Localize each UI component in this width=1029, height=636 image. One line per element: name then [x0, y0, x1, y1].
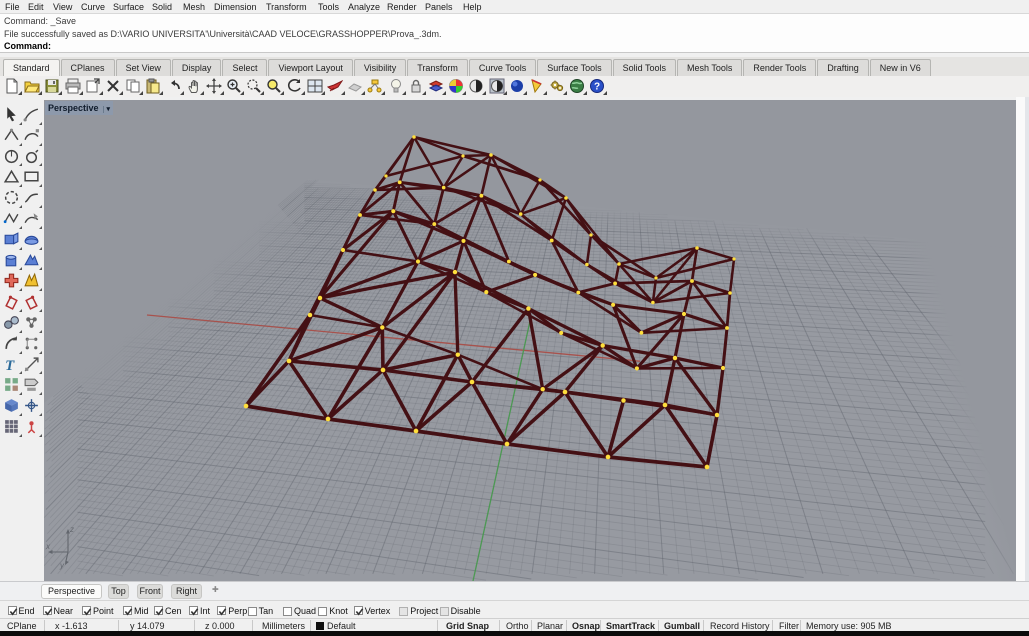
svg-text:z: z: [69, 525, 74, 534]
svg-text:y: y: [59, 561, 65, 570]
svg-text:?: ?: [594, 82, 600, 93]
svg-text:x: x: [45, 542, 51, 551]
svg-text:T: T: [5, 357, 15, 372]
